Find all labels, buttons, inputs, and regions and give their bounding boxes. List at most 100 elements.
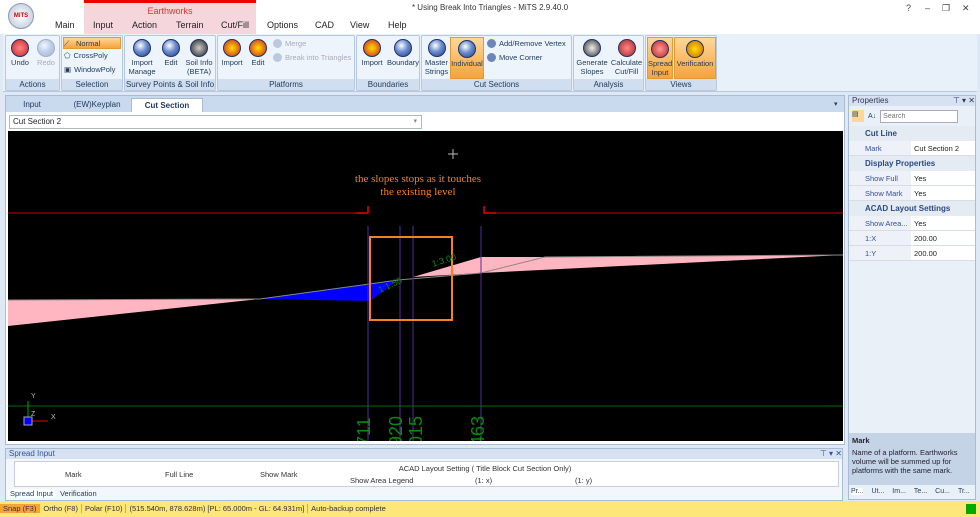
undo-label: Undo <box>11 58 29 67</box>
label: Move Corner <box>499 53 543 62</box>
move-corner-button[interactable]: Move Corner <box>487 53 542 62</box>
tab-options[interactable]: Options <box>267 20 298 30</box>
individual-button[interactable]: Individual <box>450 37 484 79</box>
close-button[interactable]: ✕ <box>962 3 970 14</box>
category-cut-line[interactable]: Cut Line <box>849 126 975 141</box>
restore-button[interactable]: ❐ <box>942 3 950 14</box>
undo-button[interactable]: Undo <box>8 37 32 67</box>
spread-tabs: Spread Input Verification <box>8 489 97 498</box>
doc-tab-keyplan[interactable]: (EW)Keyplan <box>62 98 132 112</box>
ortho-toggle[interactable]: Ortho (F8) <box>40 504 82 513</box>
normal-button[interactable]: ⟋ Normal <box>63 37 121 49</box>
survey-edit-button[interactable]: Edit <box>159 37 183 67</box>
doc-tab-cut-section[interactable]: Cut Section <box>131 98 203 112</box>
tab-action[interactable]: Action <box>132 20 157 30</box>
col-mark[interactable]: Mark <box>65 470 82 479</box>
master-strings-button[interactable]: Master Strings <box>423 37 450 76</box>
label: Add/Remove Vertex <box>499 39 566 48</box>
crosspoly-button[interactable]: ⬠ CrossPoly <box>64 51 108 60</box>
break-triangles-button[interactable]: Break into Triangles <box>273 53 351 62</box>
boundary-import-button[interactable]: Import <box>358 37 386 67</box>
boundary-button[interactable]: Boundary <box>386 37 420 67</box>
value[interactable]: 200.00 <box>911 246 975 260</box>
spreadsheet-icon <box>651 40 669 58</box>
col-group-acad[interactable]: ACAD Layout Setting ( Title Block Cut Se… <box>335 464 635 473</box>
snap-toggle[interactable]: Snap (F3) <box>0 504 41 513</box>
category-display[interactable]: Display Properties <box>849 156 975 171</box>
doc-tab-input[interactable]: Input <box>12 98 52 112</box>
spread-title: Spread Input <box>9 449 55 458</box>
minimize-button[interactable]: – <box>925 3 930 13</box>
help-button[interactable]: ? <box>906 3 911 13</box>
panel-tab[interactable]: Ut... <box>871 488 884 495</box>
categorized-icon[interactable]: ▤ <box>852 110 864 122</box>
import-manage-button[interactable]: Import Manage <box>126 37 158 76</box>
doc-menu-arrow-icon[interactable]: ▾ <box>834 100 838 108</box>
triangle-icon <box>273 53 282 62</box>
tab-spread-input[interactable]: Spread Input <box>8 489 55 498</box>
redo-button[interactable]: Redo <box>34 37 58 67</box>
tab-verification[interactable]: Verification <box>60 489 97 498</box>
selected-value: Cut Section 2 <box>13 117 62 126</box>
value[interactable]: Yes <box>911 171 975 185</box>
panel-tab[interactable]: Tr... <box>958 488 970 495</box>
properties-search-input[interactable] <box>880 109 959 123</box>
merge-button[interactable]: Merge <box>273 39 306 48</box>
slopes-icon <box>583 39 601 57</box>
tab-terrain[interactable]: Terrain <box>176 20 204 30</box>
tab-help[interactable]: Help <box>388 20 407 30</box>
slope-label-left: 1:1.50 <box>377 275 404 295</box>
prop-1y[interactable]: 1:Y 200.00 <box>849 246 975 261</box>
col-full-line[interactable]: Full Line <box>165 470 193 479</box>
col-1y[interactable]: (1: y) <box>575 476 592 485</box>
chainage-label: 920 <box>386 416 406 441</box>
panel-tab[interactable]: Te... <box>914 488 927 495</box>
pin-icon[interactable]: ⊤ ▾ ✕ <box>820 449 842 459</box>
value[interactable]: Cut Section 2 <box>911 141 975 155</box>
edit-icon <box>162 39 180 57</box>
tab-cad[interactable]: CAD <box>315 20 334 30</box>
tab-main[interactable]: Main <box>55 20 75 30</box>
prop-1x[interactable]: 1:X 200.00 <box>849 231 975 246</box>
value[interactable]: Yes <box>911 216 975 230</box>
key: Show Area... <box>849 216 911 230</box>
coordinate-readout: (515.540m, 878.628m) [PL: 65.000m - GL: … <box>126 504 309 513</box>
generate-slopes-button[interactable]: Generate Slopes <box>575 37 609 76</box>
group-views: Spread Input Verification Views <box>645 35 717 91</box>
add-remove-vertex-button[interactable]: Add/Remove Vertex <box>487 39 566 48</box>
panel-tab[interactable]: Pr... <box>851 488 864 495</box>
help-text: Name of a platform. Earthworks volume wi… <box>852 448 958 475</box>
pin-icon[interactable]: ⊤ ▾ ✕ <box>953 96 975 106</box>
platform-edit-button[interactable]: Edit <box>246 37 270 67</box>
col-show-mark[interactable]: Show Mark <box>260 470 298 479</box>
verification-button[interactable]: Verification <box>674 37 716 79</box>
cut-section-select[interactable]: Cut Section 2 ▾ <box>9 115 422 129</box>
tab-view[interactable]: View <box>350 20 369 30</box>
panel-tab[interactable]: Im... <box>892 488 906 495</box>
spread-grid[interactable]: Mark Full Line Show Mark ACAD Layout Set… <box>14 461 839 487</box>
col-show-area[interactable]: Show Area Legend <box>350 476 413 485</box>
windowpoly-button[interactable]: ▣ WindowPoly <box>64 65 115 74</box>
sort-az-icon[interactable]: A↓ <box>868 113 876 120</box>
value[interactable]: 200.00 <box>911 231 975 245</box>
polar-toggle[interactable]: Polar (F10) <box>81 504 127 513</box>
wave-icon <box>427 39 446 57</box>
label: Edit <box>251 58 265 67</box>
cad-canvas[interactable]: 1:1.50 1:3.00 the slopes stops as it tou… <box>8 131 843 441</box>
panel-tab[interactable]: Cu... <box>935 488 950 495</box>
tab-cut-fill[interactable]: Cut/Fill <box>221 20 249 30</box>
crosshair-icon <box>448 149 458 159</box>
prop-show-full[interactable]: Show Full Yes <box>849 171 975 186</box>
prop-mark[interactable]: Mark Cut Section 2 <box>849 141 975 156</box>
axis-z-label: Z <box>31 411 36 418</box>
category-acad[interactable]: ACAD Layout Settings <box>849 201 975 216</box>
platform-import-button[interactable]: Import <box>219 37 245 67</box>
value[interactable]: Yes <box>911 186 975 200</box>
prop-show-area[interactable]: Show Area... Yes <box>849 216 975 231</box>
calculate-cut-fill-button[interactable]: Calculate Cut/Fill <box>609 37 644 76</box>
spread-input-button[interactable]: Spread Input <box>647 37 673 79</box>
tab-input[interactable]: Input <box>93 20 113 30</box>
col-1x[interactable]: (1: x) <box>475 476 492 485</box>
prop-show-mark[interactable]: Show Mark Yes <box>849 186 975 201</box>
soil-info-button[interactable]: Soil Info (BETA) <box>183 37 215 76</box>
